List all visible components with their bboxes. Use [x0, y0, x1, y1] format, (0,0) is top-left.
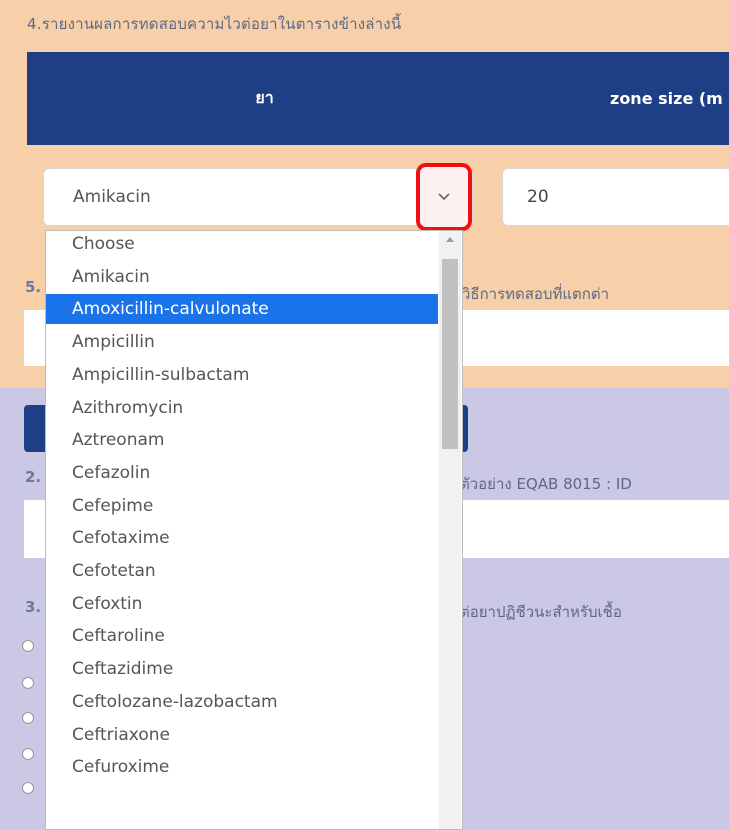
- dropdown-option[interactable]: Amoxicillin-calvulonate: [46, 294, 438, 325]
- dropdown-option[interactable]: Ceftriaxone: [46, 720, 438, 750]
- dropdown-scrollbar[interactable]: [439, 231, 461, 829]
- dropdown-option[interactable]: Cefotetan: [46, 556, 438, 586]
- radio-button[interactable]: [22, 748, 34, 760]
- scrollbar-thumb[interactable]: [442, 259, 458, 449]
- section-4-title: 4.รายงานผลการทดสอบความไวต่อยาในตารางข้าง…: [27, 15, 402, 33]
- dropdown-option[interactable]: Ampicillin: [46, 327, 438, 357]
- dropdown-option[interactable]: Amikacin: [46, 262, 438, 292]
- zone-size-input[interactable]: 20: [502, 168, 729, 226]
- drug-select[interactable]: Amikacin: [43, 163, 473, 231]
- dropdown-option[interactable]: Ceftolozane-lazobactam: [46, 687, 438, 717]
- dropdown-toggle-button[interactable]: [416, 163, 472, 231]
- chevron-down-icon: [438, 193, 450, 201]
- dropdown-option[interactable]: Cefoxtin: [46, 589, 438, 619]
- zone-size-value: 20: [527, 187, 549, 207]
- column-header-drug: ยา: [255, 88, 274, 107]
- drug-select-value: Amikacin: [73, 187, 151, 207]
- dropdown-option[interactable]: Aztreonam: [46, 425, 438, 455]
- dropdown-option[interactable]: Azithromycin: [46, 393, 438, 423]
- dropdown-option[interactable]: Cefepime: [46, 491, 438, 521]
- scroll-up-arrow-icon[interactable]: [446, 237, 454, 242]
- radio-button[interactable]: [22, 782, 34, 794]
- section-2-number: 2.: [25, 468, 42, 486]
- column-header-zone-size: zone size (m: [610, 89, 723, 108]
- section-5-number: 5.: [25, 278, 42, 296]
- section-3-text: ต่อยาปฏิชีวนะสำหรับเชื้อ: [460, 603, 622, 621]
- section-2-text: ตัวอย่าง EQAB 8015 : ID: [460, 475, 632, 493]
- dropdown-option[interactable]: Ceftazidime: [46, 654, 438, 684]
- dropdown-option[interactable]: Cefuroxime: [46, 752, 438, 782]
- dropdown-option[interactable]: Ceftaroline: [46, 621, 438, 651]
- radio-button[interactable]: [22, 712, 34, 724]
- dropdown-option[interactable]: Ampicillin-sulbactam: [46, 360, 438, 390]
- radio-button[interactable]: [22, 677, 34, 689]
- radio-button[interactable]: [22, 640, 34, 652]
- section-5-text: วิธีการทดสอบที่แตกต่า: [462, 285, 609, 303]
- dropdown-option[interactable]: Cefazolin: [46, 458, 438, 488]
- drug-dropdown-list[interactable]: Choose Amikacin Amoxicillin-calvulonate Amp…: [45, 230, 463, 830]
- section-3-number: 3.: [25, 598, 42, 616]
- table-header: ยา zone size (m: [27, 52, 729, 145]
- dropdown-option[interactable]: Choose: [46, 231, 438, 259]
- dropdown-option[interactable]: Cefotaxime: [46, 523, 438, 553]
